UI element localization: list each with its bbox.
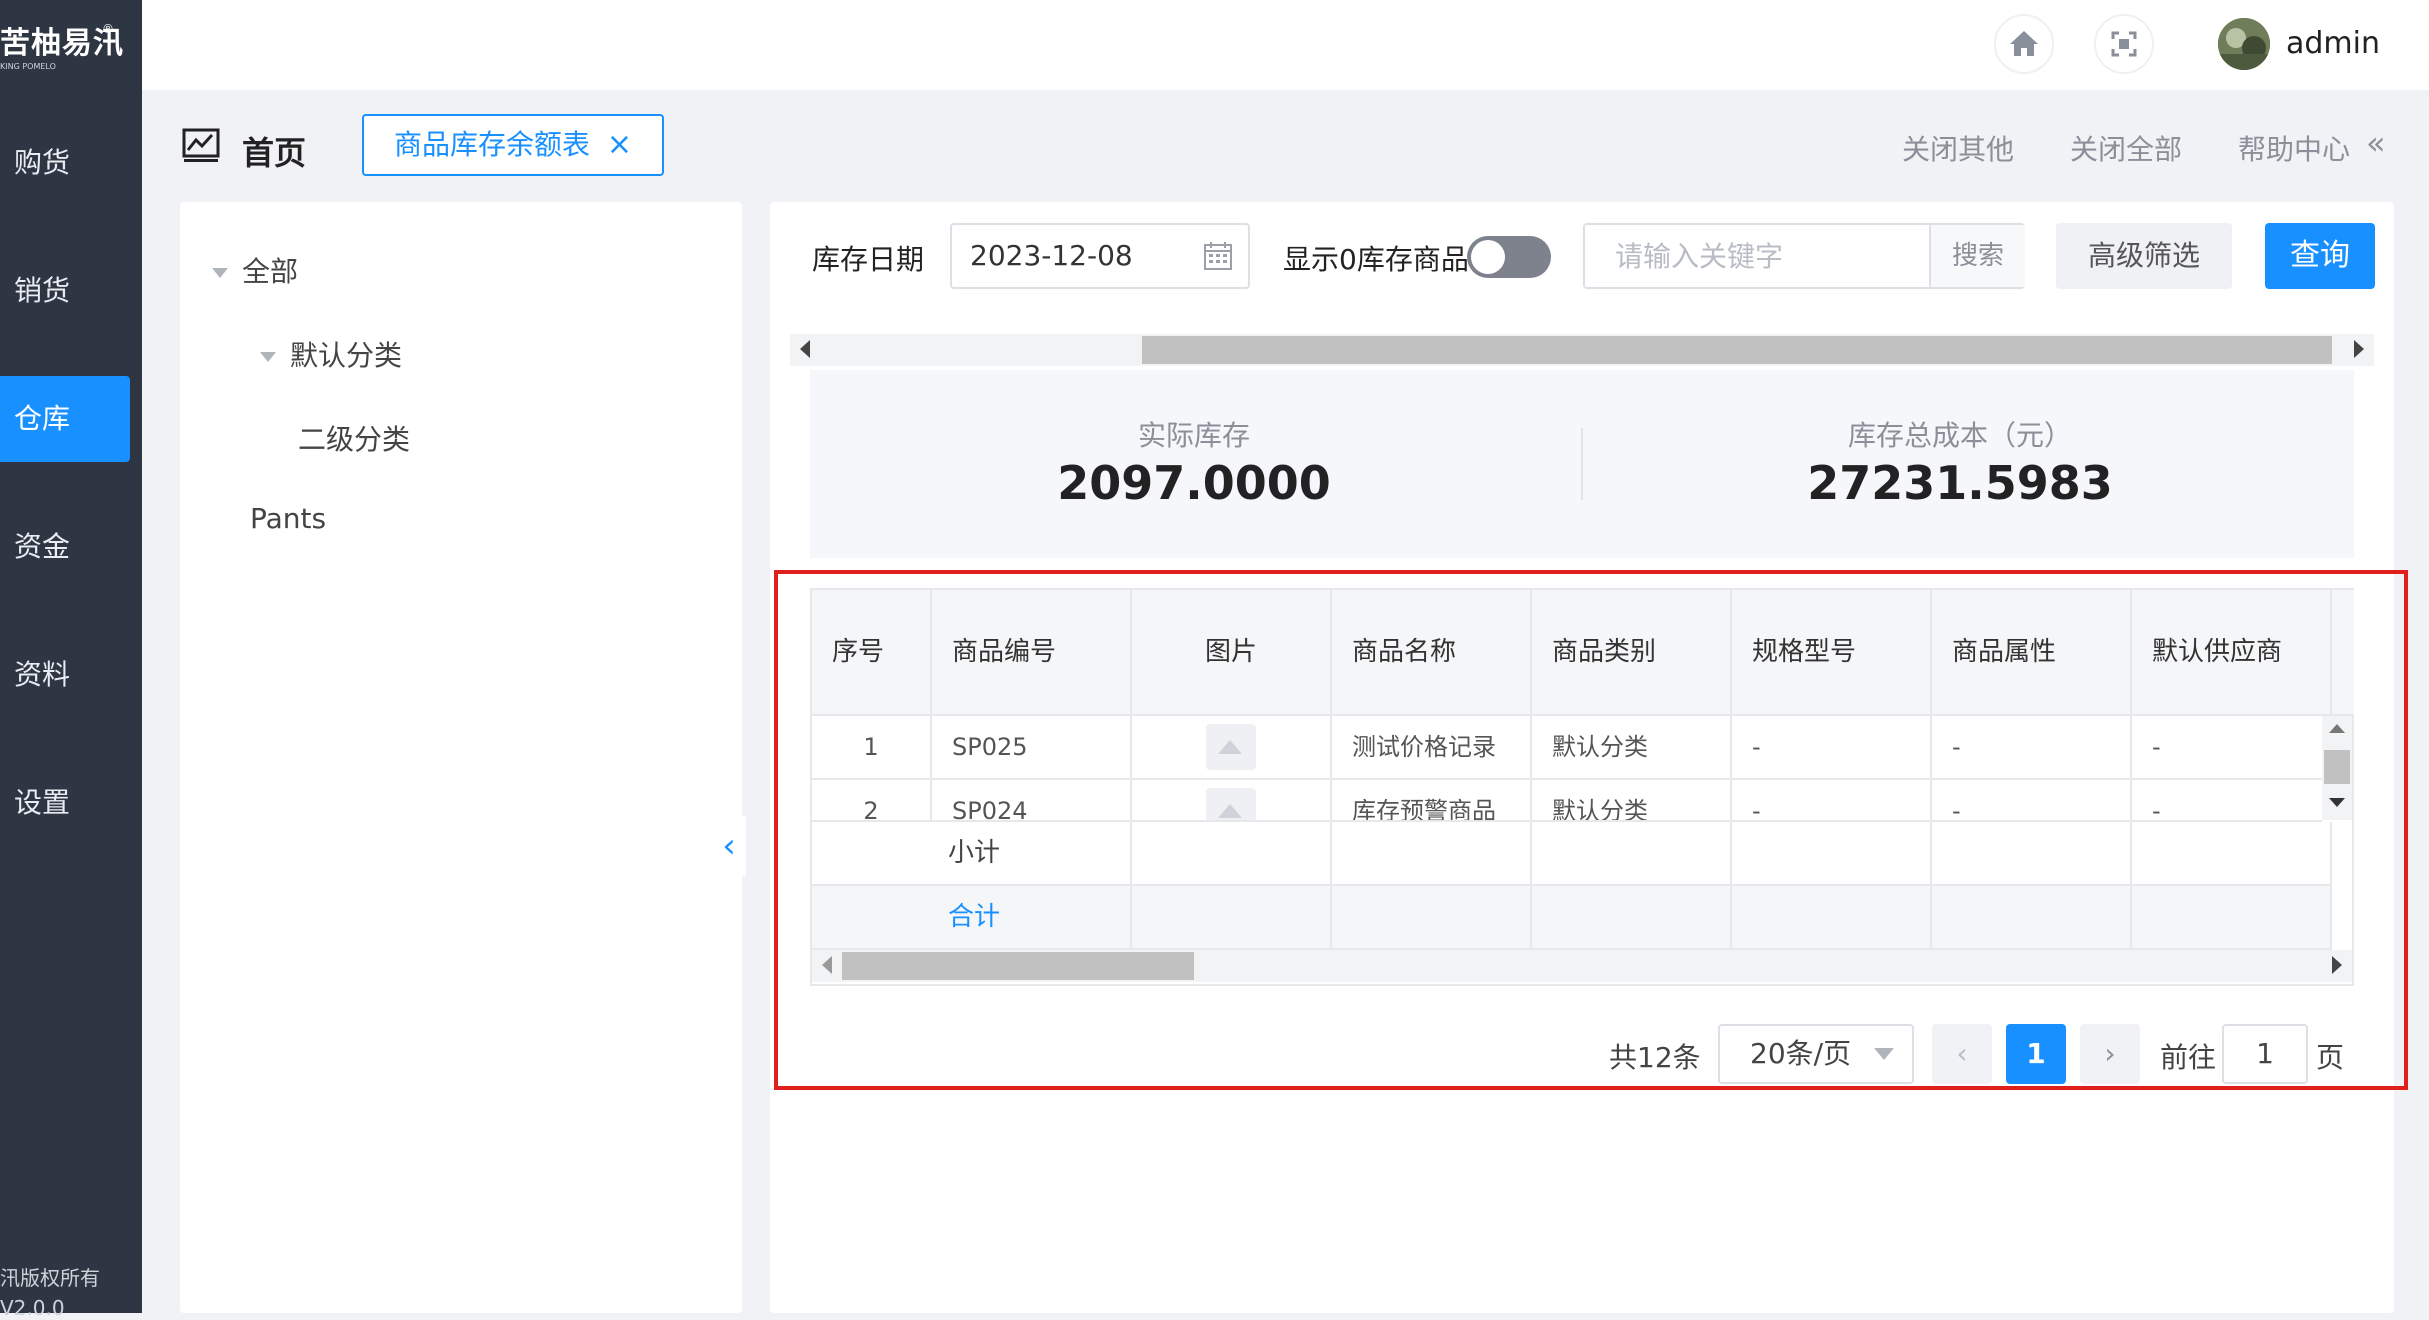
tree-node-default-category[interactable]: 默认分类 — [260, 334, 402, 374]
close-all-button[interactable]: 关闭全部 — [2070, 128, 2182, 168]
avatar[interactable] — [2218, 18, 2270, 70]
scrollbar-thumb[interactable] — [1142, 336, 2332, 364]
stock-date-label: 库存日期 — [812, 243, 925, 276]
tab-inventory-balance[interactable]: 商品库存余额表 × — [362, 114, 664, 176]
top-horizontal-scrollbar[interactable] — [790, 334, 2374, 366]
sidebar-item-sales[interactable]: 销货 — [0, 248, 130, 334]
summary-divider — [1581, 428, 1583, 500]
version-text: V2.0.0 — [0, 1296, 65, 1320]
sidebar-item-purchase[interactable]: 购货 — [0, 120, 130, 206]
query-button[interactable]: 查询 — [2265, 223, 2375, 289]
fullscreen-icon — [2111, 31, 2137, 57]
username[interactable]: admin — [2286, 26, 2380, 61]
caret-down-icon[interactable] — [212, 268, 228, 278]
tab-home[interactable]: 首页 — [242, 128, 306, 174]
logo-subtext: KING POMELO — [0, 62, 56, 71]
home-tab-button[interactable] — [182, 126, 222, 170]
total-cost-value: 27231.5983 — [1807, 456, 2113, 510]
home-button[interactable] — [1994, 14, 2054, 74]
copyright-text: 汛版权所有 — [0, 1266, 100, 1290]
show-zero-stock-toggle[interactable] — [1467, 236, 1551, 278]
tree-node-label: 默认分类 — [290, 339, 403, 372]
advanced-filter-button[interactable]: 高级筛选 — [2056, 223, 2232, 289]
sidebar-item-settings[interactable]: 设置 — [0, 760, 130, 846]
scroll-right-arrow-icon[interactable] — [2354, 340, 2364, 358]
tree-node-label: 全部 — [242, 255, 299, 288]
search-input[interactable] — [1585, 225, 1925, 287]
home-icon — [2010, 31, 2038, 56]
stock-date-picker[interactable]: 2023-12-08 — [950, 223, 1250, 289]
actual-stock-label: 实际库存 — [1137, 419, 1250, 452]
tree-node-all[interactable]: 全部 — [212, 250, 298, 290]
tab-label: 商品库存余额表 — [394, 128, 591, 161]
logo-registered-mark: ® — [102, 22, 115, 36]
sidebar-item-funds[interactable]: 资金 — [0, 504, 130, 590]
search-button[interactable]: 搜索 — [1929, 225, 2025, 287]
help-center-link[interactable]: 帮助中心 — [2238, 128, 2350, 168]
show-zero-stock-label: 显示0库存商品 — [1283, 243, 1469, 276]
calendar-icon — [1204, 242, 1232, 270]
tree-node-secondary-category[interactable]: 二级分类 — [298, 418, 410, 458]
tree-node-pants[interactable]: Pants — [250, 502, 326, 535]
toggle-knob — [1471, 240, 1505, 274]
chart-line-icon — [182, 128, 220, 162]
total-cost-label: 库存总成本（元） — [1847, 419, 2072, 452]
double-chevron-left-icon[interactable]: « — [2366, 124, 2386, 162]
app-logo: 苦柚易汛 ® KING POMELO — [0, 18, 142, 78]
highlight-box — [774, 570, 2408, 1090]
sidebar-item-warehouse[interactable]: 仓库 — [0, 376, 130, 462]
sidebar-item-data[interactable]: 资料 — [0, 632, 130, 718]
scroll-left-arrow-icon[interactable] — [800, 340, 810, 358]
close-icon[interactable]: × — [607, 116, 632, 174]
actual-stock-value: 2097.0000 — [1057, 456, 1331, 510]
search-box: 搜索 — [1583, 223, 2025, 289]
top-header — [142, 0, 2429, 90]
fullscreen-button[interactable] — [2094, 14, 2154, 74]
close-others-button[interactable]: 关闭其他 — [1902, 128, 2014, 168]
date-value: 2023-12-08 — [970, 239, 1133, 272]
caret-down-icon[interactable] — [260, 352, 276, 362]
